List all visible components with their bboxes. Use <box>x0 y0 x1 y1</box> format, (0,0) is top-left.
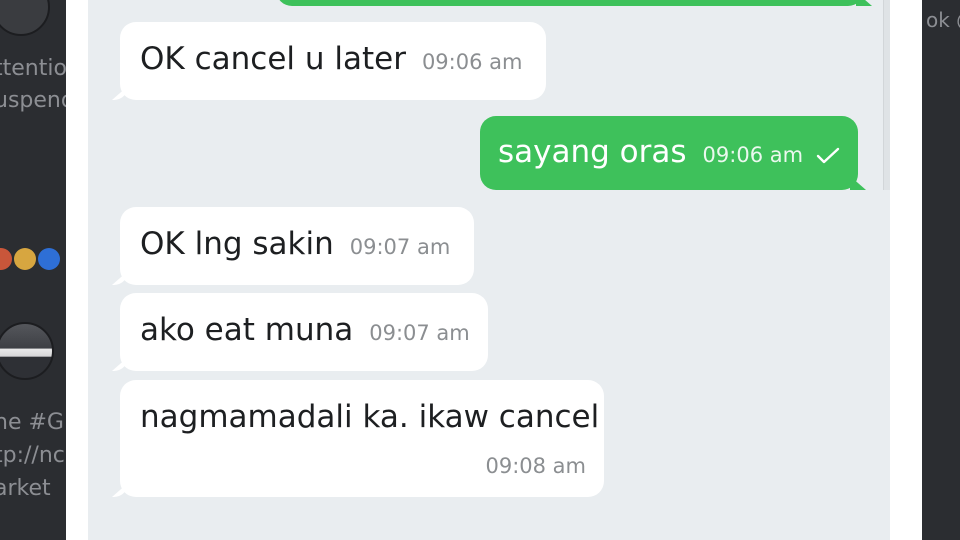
message-bubble-incoming: nagmamadali ka. ikaw cancel 09:08 am <box>120 380 604 497</box>
avatar <box>0 322 54 380</box>
message-time: 09:06 am <box>421 50 523 74</box>
message-bubble-incoming: OK lng sakin 09:07 am <box>120 207 474 285</box>
message-time: 09:08 am <box>485 454 586 478</box>
background-feed-left: ttentio uspend he #Gi tp://nc arket <box>0 0 66 540</box>
message-text: OK cancel u later <box>140 41 406 77</box>
feed-text: he #Gi <box>0 410 66 435</box>
message-text: ako eat muna <box>140 312 354 348</box>
message-bubble-incoming: ako eat muna 09:07 am <box>120 293 488 371</box>
check-icon <box>816 147 839 164</box>
feed-text: uspend <box>0 88 66 113</box>
like-reaction-icon <box>38 248 60 270</box>
message-bubble-incoming: OK cancel u later 09:06 am <box>120 22 546 100</box>
scrollbar[interactable] <box>883 0 890 190</box>
message-text: sayang oras <box>498 134 687 170</box>
laugh-reaction-icon <box>14 248 36 270</box>
reaction-icons <box>0 248 60 270</box>
feed-text: tp://nc <box>0 443 65 468</box>
message-bubble-outgoing: sayang oras 09:06 am <box>480 116 858 190</box>
message-time-value: 09:06 am <box>702 143 804 167</box>
message-bubble-outgoing <box>276 0 864 6</box>
background-feed-right: ok @ <box>922 0 960 540</box>
feed-text: ttentio <box>0 56 66 81</box>
message-time: 09:06 am <box>703 143 840 167</box>
feed-text: ok @ <box>926 8 960 32</box>
message-text: nagmamadali ka. ikaw cancel <box>140 399 600 435</box>
reaction-icon <box>0 248 12 270</box>
message-text: OK lng sakin <box>140 226 334 262</box>
message-time: 09:07 am <box>349 235 451 259</box>
message-time: 09:07 am <box>369 321 470 345</box>
feed-text: arket <box>0 476 51 501</box>
avatar <box>0 0 50 36</box>
